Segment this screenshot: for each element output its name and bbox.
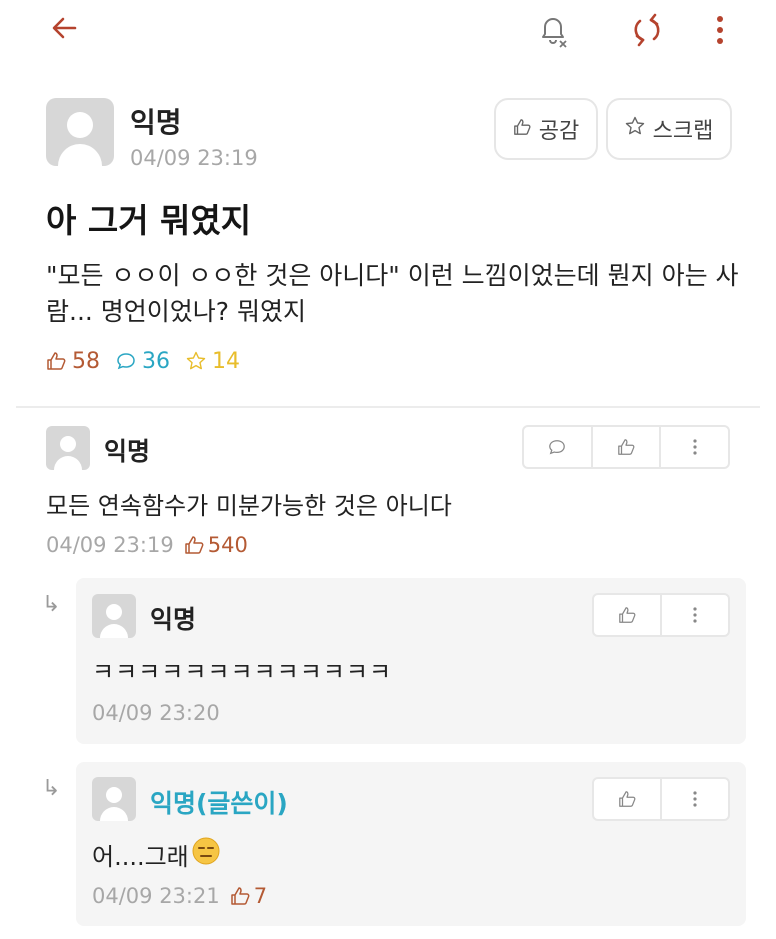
reply-time: 04/09 23:20 (92, 701, 220, 725)
comment-count: 36 (116, 349, 170, 374)
reply-author-writer: 익명(글쓴이) (150, 789, 288, 818)
reply-arrow-icon: ↳ (42, 776, 61, 801)
thumbs-up-icon (513, 117, 531, 142)
reply-actions (592, 777, 730, 821)
refresh-icon[interactable] (622, 8, 672, 52)
comment-body: 모든 연속함수가 미분가능한 것은 아니다 (46, 492, 452, 520)
avatar (46, 426, 90, 470)
avatar (92, 594, 136, 638)
thumbs-up-icon (47, 352, 66, 370)
back-arrow-icon[interactable] (40, 8, 90, 48)
reply-more-button[interactable] (662, 595, 728, 635)
star-icon (625, 116, 645, 142)
reply-body-row: 어....그래 (92, 836, 221, 872)
reply-body: ㅋㅋㅋㅋㅋㅋㅋㅋㅋㅋㅋㅋㅋ (92, 658, 393, 686)
reply-body: 어....그래 (92, 842, 189, 871)
comment-more-button[interactable] (661, 427, 728, 467)
comment-time: 04/09 23:19 (46, 533, 174, 557)
reply-author: 익명 (150, 605, 197, 634)
post-stats: 58 36 14 (46, 346, 256, 376)
thumbs-up-icon (230, 887, 250, 905)
avatar (46, 98, 114, 166)
post-time: 04/09 23:19 (130, 146, 258, 170)
scrap-count: 14 (186, 349, 240, 374)
more-vertical-icon[interactable] (700, 8, 740, 52)
post-author: 익명 (130, 106, 182, 139)
scrap-button[interactable]: 스크랩 (606, 98, 732, 160)
comment-actions (522, 425, 730, 469)
top-bar (0, 0, 776, 70)
reply-more-button[interactable] (662, 779, 728, 819)
reply-meta: 04/09 23:21 7 (92, 884, 267, 908)
comment-icon (117, 353, 135, 370)
divider (16, 406, 760, 408)
reply-arrow-icon: ↳ (42, 592, 61, 617)
like-count: 58 (46, 349, 100, 374)
reply-like-count: 7 (230, 884, 267, 908)
star-icon (186, 351, 206, 370)
reply-time: 04/09 23:21 (92, 884, 220, 908)
reply-meta: 04/09 23:20 (92, 701, 220, 725)
like-button-label: 공감 (538, 119, 580, 144)
reply-like-button[interactable] (594, 595, 662, 635)
thumbs-up-icon (619, 607, 636, 623)
more-vertical-icon (693, 607, 697, 623)
reply-button[interactable] (524, 427, 593, 467)
comment-icon (549, 440, 566, 455)
notification-off-icon[interactable] (528, 8, 578, 52)
more-vertical-icon (693, 791, 697, 807)
comment-author: 익명 (104, 437, 151, 466)
expressionless-emoji-icon (191, 836, 221, 872)
thumbs-up-icon (619, 791, 636, 807)
scrap-button-label: 스크랩 (652, 119, 714, 144)
reply-actions (592, 593, 730, 637)
thumbs-up-icon (618, 439, 635, 455)
reply-like-button[interactable] (594, 779, 662, 819)
more-vertical-icon (693, 439, 697, 455)
comment-meta: 04/09 23:19 540 (46, 533, 248, 557)
comment-like-count: 540 (184, 533, 248, 557)
thumbs-up-icon (184, 536, 204, 554)
post-title: 아 그거 뭐였지 (46, 201, 252, 240)
avatar (92, 777, 136, 821)
comment-like-button[interactable] (593, 427, 662, 467)
like-button[interactable]: 공감 (494, 98, 598, 160)
post-body: "모든 ㅇㅇ이 ㅇㅇ한 것은 아니다" 이런 느낌이었는데 뭔지 아는 사람..… (46, 261, 739, 326)
